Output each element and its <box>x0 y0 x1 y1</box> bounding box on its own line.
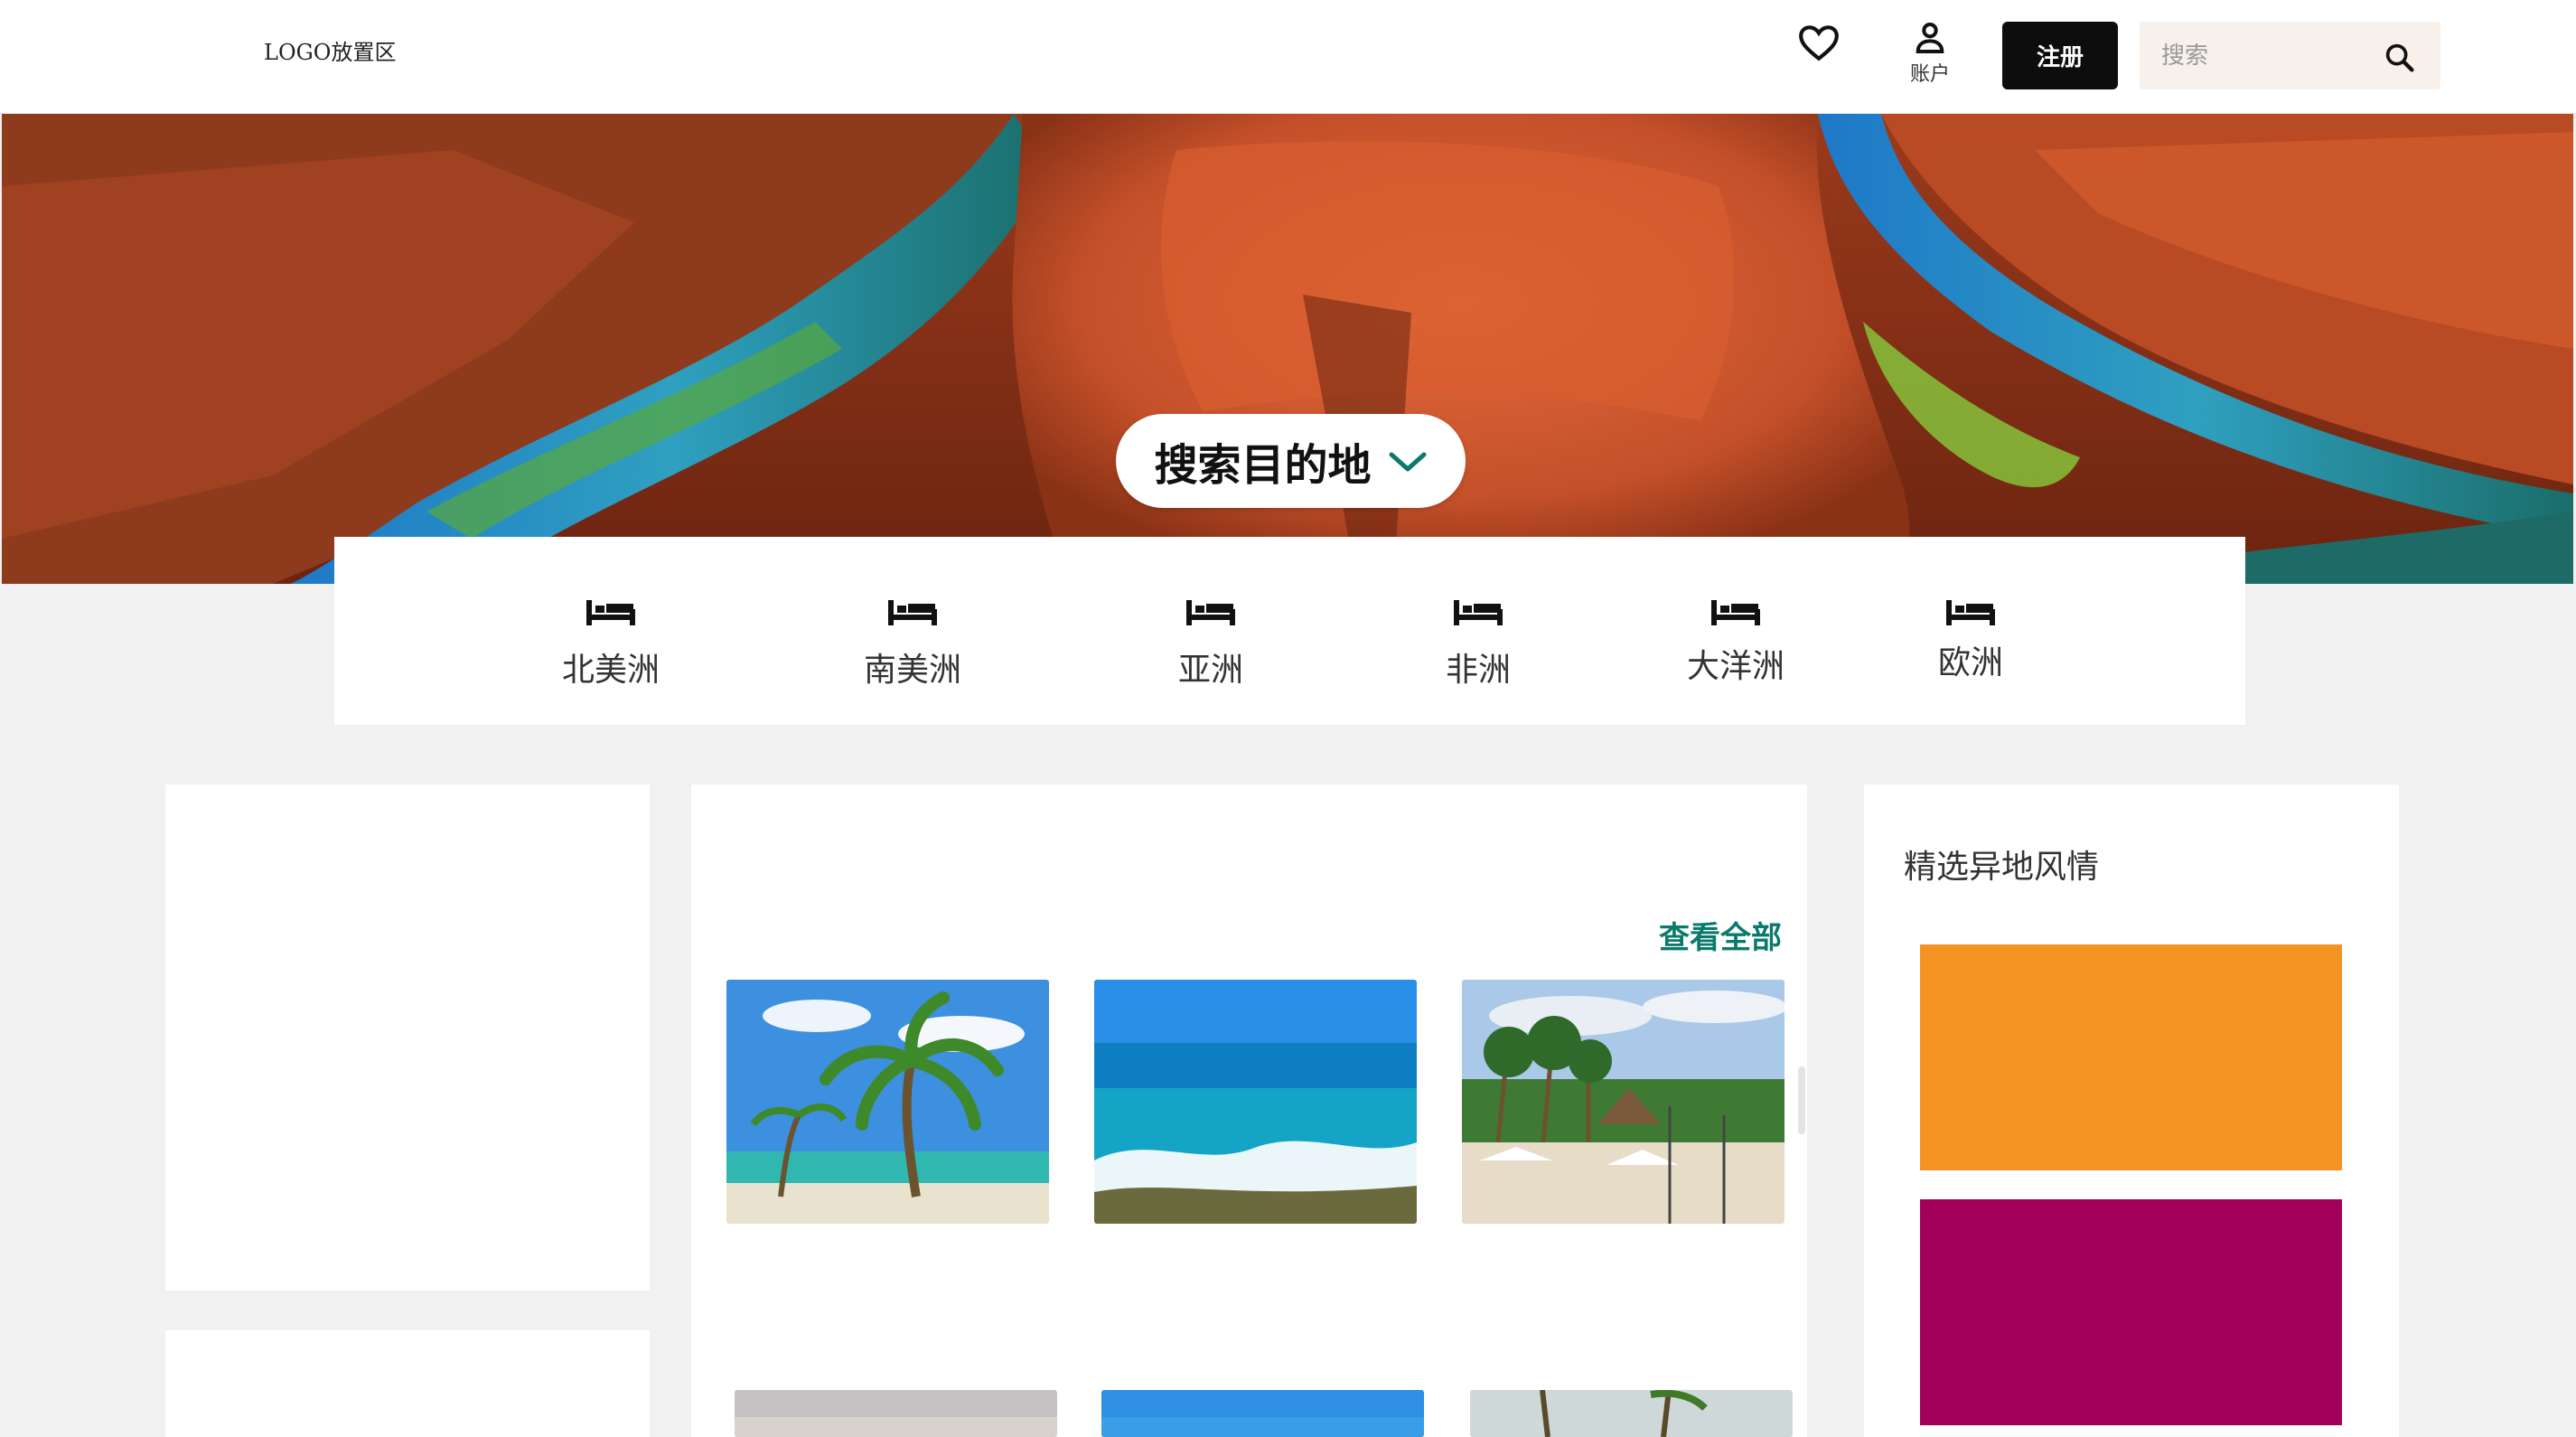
ocean-waves-photo[interactable] <box>1094 980 1417 1224</box>
continent-label: 大洋洲 <box>1686 648 1784 685</box>
bed-icon <box>888 600 937 625</box>
destination-search-label: 搜索目的地 <box>1154 440 1372 491</box>
view-all-link[interactable]: 查看全部 <box>1659 913 1782 957</box>
sunset-beach-photo[interactable] <box>735 1390 1057 1437</box>
continent-label: 南美洲 <box>863 652 961 689</box>
exotic-card-orange[interactable] <box>1920 944 2342 1170</box>
chevron-down-icon <box>1389 452 1426 472</box>
search-icon[interactable] <box>2382 40 2418 76</box>
bed-icon <box>586 600 635 625</box>
continent-label: 亚洲 <box>1177 652 1243 689</box>
exotic-section-title: 精选异地风情 <box>1904 849 2100 886</box>
tab-south-america[interactable]: 南美洲 <box>827 537 998 725</box>
continent-label: 北美洲 <box>561 652 660 689</box>
continent-label: 非洲 <box>1445 652 1511 689</box>
top-header: LOGO放置区 账户 注册 <box>0 0 2576 114</box>
tab-north-america[interactable]: 北美洲 <box>525 537 697 725</box>
tab-asia[interactable]: 亚洲 <box>1125 537 1297 725</box>
tropical-palm-photo[interactable] <box>1470 1390 1793 1437</box>
account-button[interactable]: 账户 <box>1901 20 1959 96</box>
search-box <box>2140 22 2440 89</box>
heart-icon[interactable] <box>1796 20 1841 65</box>
left-card-bottom <box>165 1330 650 1437</box>
logo-text[interactable]: LOGO放置区 <box>264 34 396 66</box>
exotic-card-magenta[interactable] <box>1920 1199 2342 1425</box>
bed-icon <box>1454 600 1503 625</box>
tab-africa[interactable]: 非洲 <box>1392 537 1564 725</box>
search-input[interactable] <box>2161 38 2378 74</box>
palm-beach-photo[interactable] <box>726 980 1049 1224</box>
account-label: 账户 <box>1909 63 1950 86</box>
bed-icon <box>1711 600 1760 625</box>
bed-icon <box>1946 600 1995 625</box>
bed-icon <box>1186 600 1235 625</box>
register-button[interactable]: 注册 <box>2002 22 2118 89</box>
blue-sky-photo[interactable] <box>1101 1390 1424 1437</box>
destination-search-button[interactable]: 搜索目的地 <box>1116 414 1466 508</box>
canyon-image <box>2 114 2573 584</box>
continent-label: 欧洲 <box>1937 644 2003 681</box>
tab-europe[interactable]: 欧洲 <box>1885 537 2056 725</box>
resort-beach-photo[interactable] <box>1462 980 1784 1224</box>
tab-oceania[interactable]: 大洋洲 <box>1650 537 1822 725</box>
carousel-scroll-handle[interactable] <box>1798 1066 1805 1134</box>
hero-banner: 搜索目的地 <box>2 114 2573 584</box>
user-icon <box>1916 23 1944 53</box>
left-card-top <box>165 784 650 1291</box>
continent-tabs: 北美洲 南美洲 亚洲 非洲 大洋洲 欧洲 <box>334 537 2245 725</box>
